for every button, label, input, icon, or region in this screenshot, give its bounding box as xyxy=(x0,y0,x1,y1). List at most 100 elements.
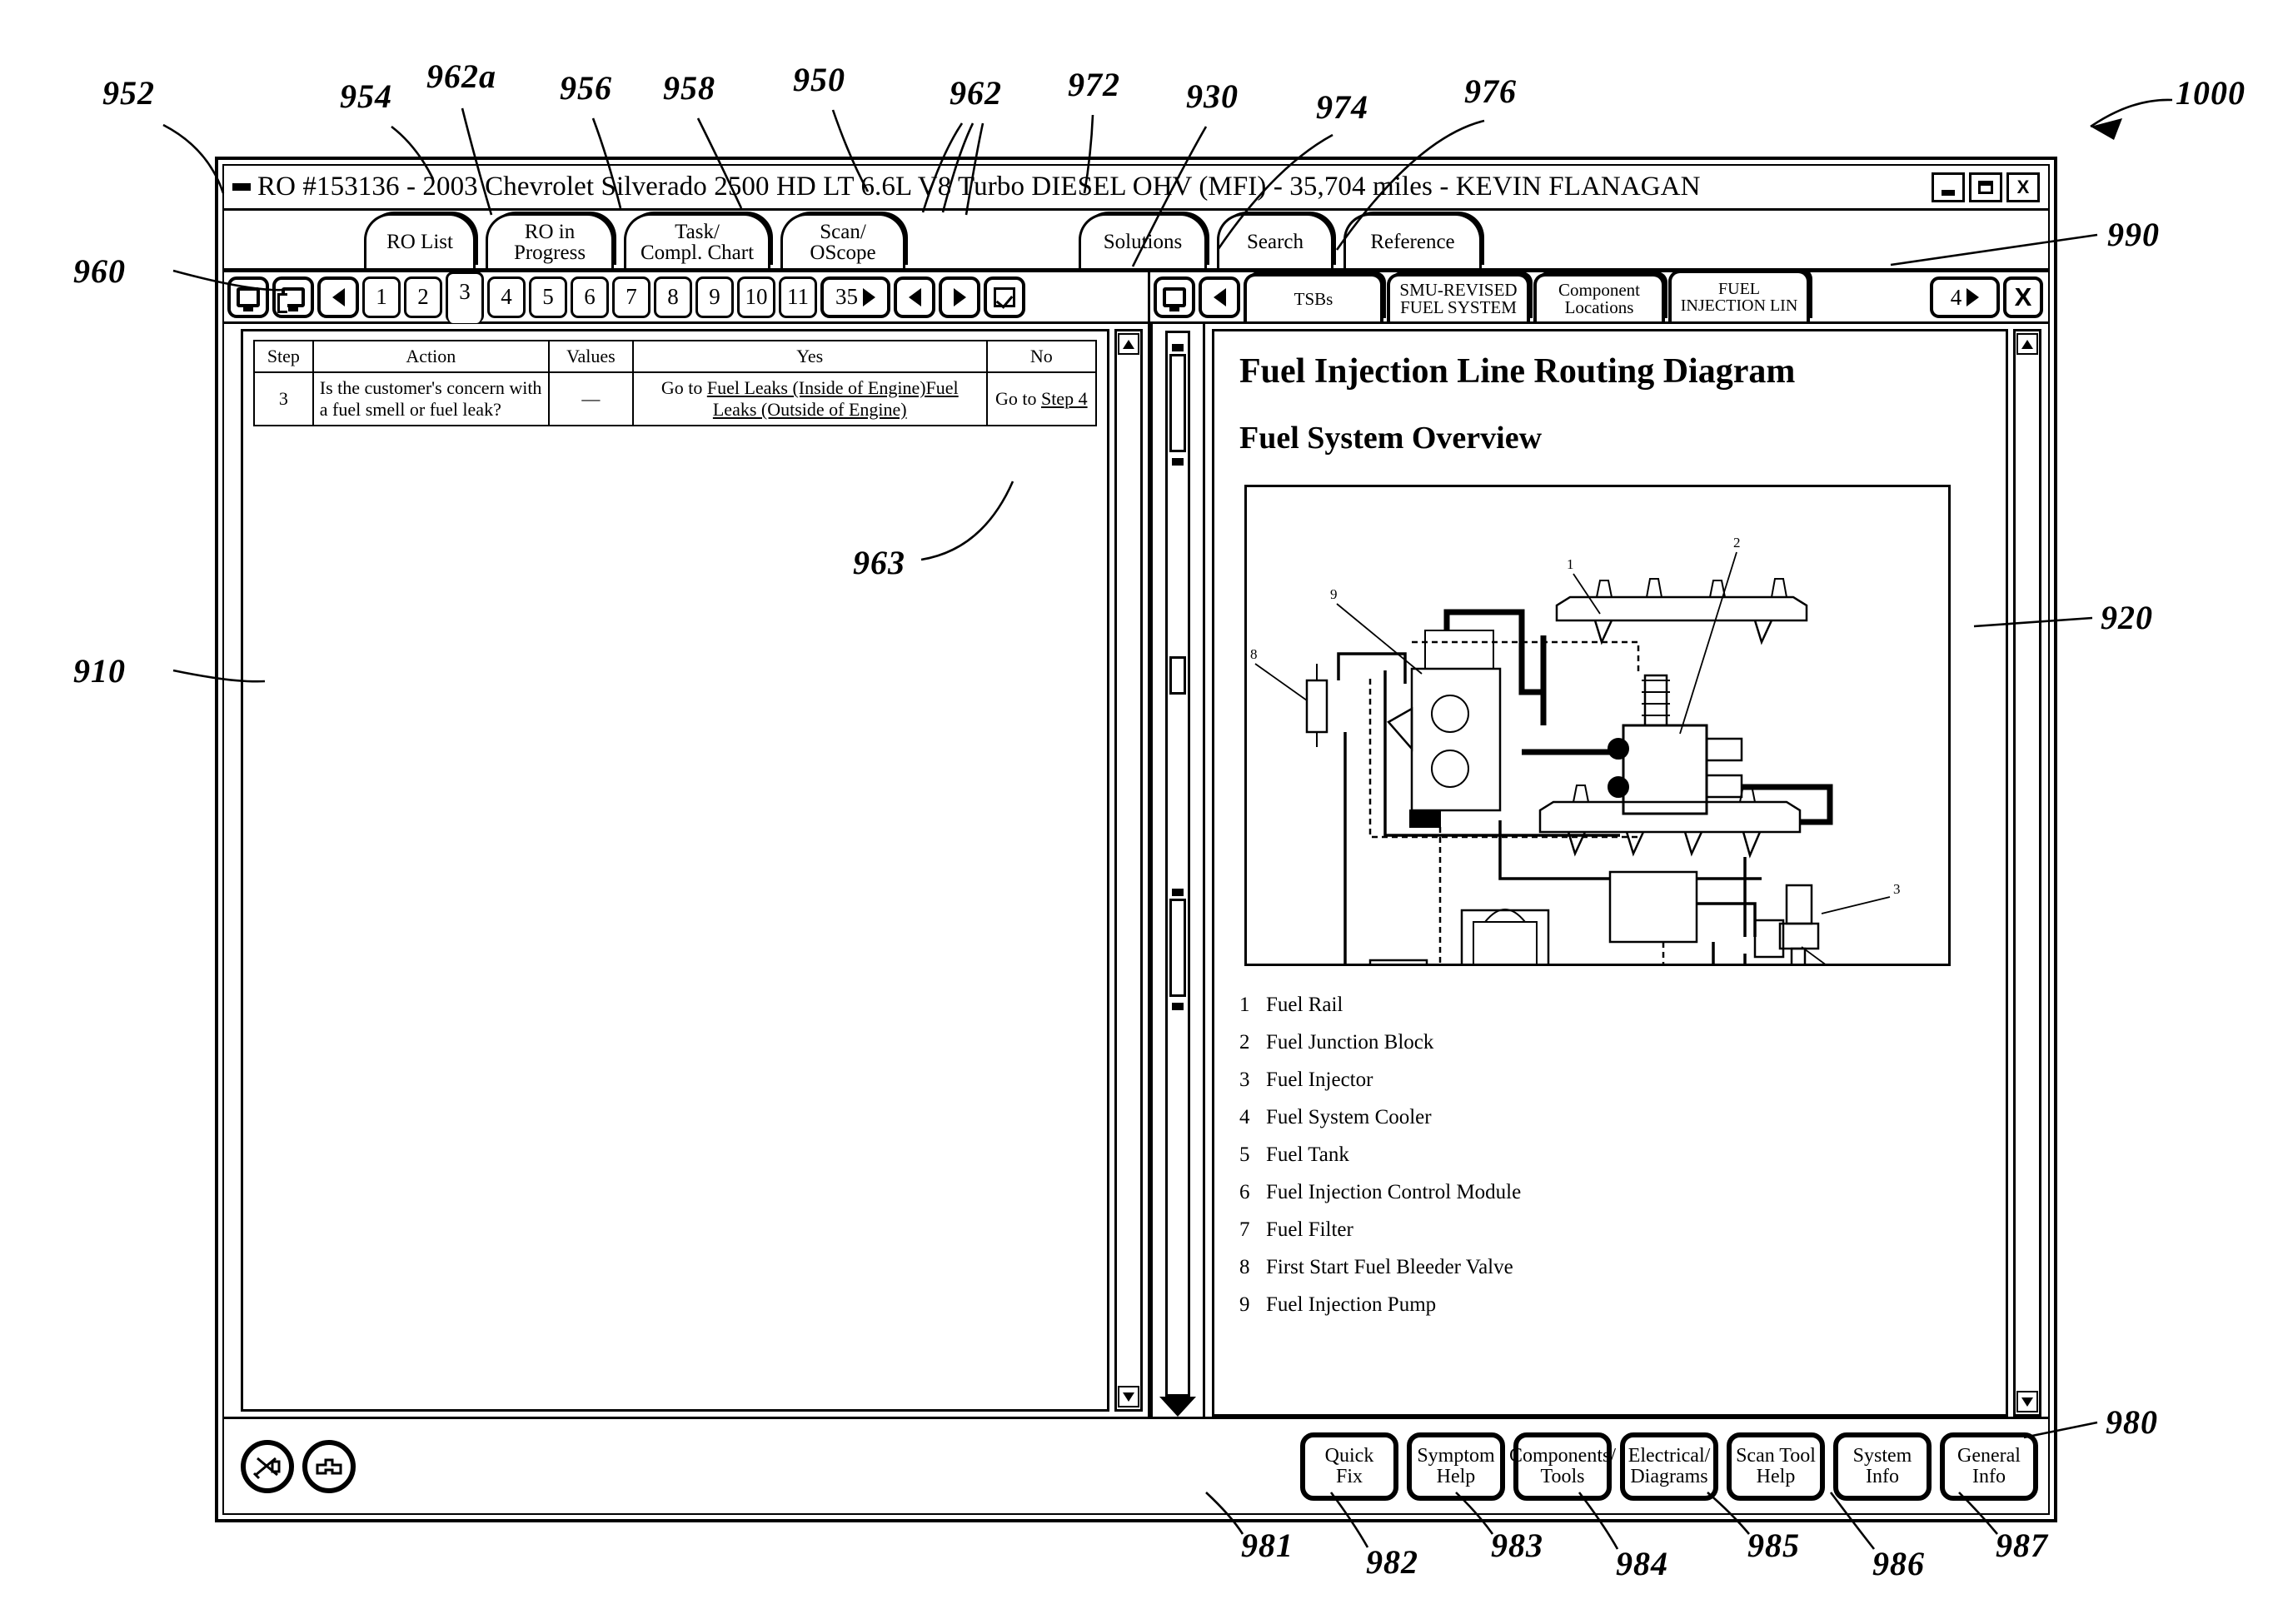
page-button-5[interactable]: 5 xyxy=(529,276,567,318)
mark-complete-button[interactable] xyxy=(984,276,1025,318)
splitter-track[interactable] xyxy=(1165,331,1190,1397)
maximize-button[interactable] xyxy=(1969,172,2002,202)
doc-tab-tsbs[interactable]: TSBs xyxy=(1244,273,1383,321)
diagram-legend: 1 Fuel Rail 2 Fuel Junction Block 3 Fuel In… xyxy=(1239,994,1981,1315)
page-button-9[interactable]: 9 xyxy=(695,276,734,318)
close-button[interactable]: X xyxy=(2006,172,2040,202)
scroll-down-button[interactable] xyxy=(1118,1386,1139,1407)
legend-number: 8 xyxy=(1239,1256,1250,1278)
col-no: No xyxy=(985,340,1098,373)
symptom-help-button[interactable]: Symptom Help xyxy=(1407,1432,1505,1501)
scroll-down-button[interactable] xyxy=(2016,1391,2038,1412)
page-button-6[interactable]: 6 xyxy=(571,276,609,318)
window-title: RO #153136 - 2003 Chevrolet Silverado 25… xyxy=(257,172,1701,202)
scroll-up-button[interactable] xyxy=(1118,333,1139,355)
right-back-button[interactable] xyxy=(1199,276,1240,318)
fuel-system-overview-diagram: 1 2 3 4 5 6 7 8 9 xyxy=(1244,485,1951,966)
display-mode-button[interactable] xyxy=(227,276,269,318)
scroll-track[interactable] xyxy=(2017,355,2037,1391)
procedure-table: Step Action Values Yes No 3 Is the custo… xyxy=(253,340,1098,426)
callout-958: 958 xyxy=(663,69,715,107)
callout-987: 987 xyxy=(1996,1527,2048,1564)
splitter-pip xyxy=(1172,889,1184,896)
col-step: Step xyxy=(253,340,314,373)
legend-label: Fuel Injector xyxy=(1266,1069,1373,1091)
tab-ro-in-progress[interactable]: RO in Progress xyxy=(486,213,614,268)
list-item: 6 Fuel Injection Control Module xyxy=(1239,1182,1981,1203)
right-pane-scrollbar[interactable] xyxy=(2013,329,2041,1417)
minimize-button[interactable] xyxy=(1932,172,1965,202)
legend-number: 5 xyxy=(1239,1143,1250,1166)
parts-button[interactable] xyxy=(302,1439,356,1493)
right-arrow-icon xyxy=(953,287,966,306)
tab-solutions[interactable]: Solutions xyxy=(1079,213,1207,268)
tab-task-compl-chart[interactable]: Task/Compl. Chart xyxy=(624,213,770,268)
main-tab-strip: RO List RO in Progress Task/Compl. Chart … xyxy=(224,211,2048,272)
system-menu-icon[interactable] xyxy=(232,183,251,191)
callout-954: 954 xyxy=(340,77,392,115)
splitter-grip-bottom[interactable] xyxy=(1169,899,1186,997)
page-button-1[interactable]: 1 xyxy=(362,276,401,318)
tab-scan-oscope[interactable]: Scan/OScope xyxy=(780,213,905,268)
tab-label: Solutions xyxy=(1103,231,1183,254)
table-row: 3 Is the customer's concern with a fuel … xyxy=(253,371,1098,426)
tab-label: FUEL INJECTION LIN xyxy=(1680,280,1798,315)
page-button-2[interactable]: 2 xyxy=(404,276,442,318)
tools-button[interactable] xyxy=(241,1439,294,1493)
legend-label: First Start Fuel Bleeder Valve xyxy=(1266,1256,1513,1278)
components-tools-button[interactable]: Components/Tools xyxy=(1509,1432,1616,1501)
no-link[interactable]: Step 4 xyxy=(1041,388,1088,409)
doc-tab-component-locations[interactable]: Component Locations xyxy=(1533,273,1665,321)
tab-search[interactable]: Search xyxy=(1217,213,1333,268)
left-arrow-icon xyxy=(908,287,921,306)
back-button[interactable] xyxy=(317,276,359,318)
chevron-up-icon xyxy=(2021,339,2033,349)
list-item: 5 Fuel Tank xyxy=(1239,1144,1981,1165)
left-pane-scrollbar[interactable] xyxy=(1114,329,1143,1412)
callout-950: 950 xyxy=(793,61,845,98)
doc-tab-smu-revised-fuel-system[interactable]: SMU-REVISED FUEL SYSTEM xyxy=(1387,273,1530,321)
page-button-11[interactable]: 11 xyxy=(779,276,817,318)
pane-splitter[interactable] xyxy=(1150,324,1205,1417)
cell-values: — xyxy=(547,371,634,426)
cell-yes: Go to Fuel Leaks (Inside of Engine)Fuel … xyxy=(631,371,988,426)
legend-number: 4 xyxy=(1239,1106,1250,1128)
right-display-button[interactable] xyxy=(1154,276,1195,318)
callout-980: 980 xyxy=(2106,1403,2158,1441)
electrical-diagrams-button[interactable]: Electrical/Diagrams xyxy=(1620,1432,1718,1501)
scroll-up-button[interactable] xyxy=(2016,333,2038,355)
chevron-down-icon xyxy=(2021,1397,2033,1407)
yes-prefix: Go to xyxy=(660,376,707,398)
dual-display-button[interactable] xyxy=(272,276,314,318)
page-button-10[interactable]: 10 xyxy=(737,276,775,318)
callout-920: 920 xyxy=(2101,599,2153,636)
page-button-4[interactable]: 4 xyxy=(487,276,526,318)
splitter-grip-top[interactable] xyxy=(1169,354,1186,452)
nav-back-button[interactable] xyxy=(894,276,935,318)
scroll-track[interactable] xyxy=(1119,355,1139,1386)
scan-tool-help-button[interactable]: Scan Tool Help xyxy=(1727,1432,1825,1501)
page-button-3[interactable]: 3 xyxy=(446,271,484,323)
splitter-grip-mid[interactable] xyxy=(1169,656,1186,695)
list-item: 7 Fuel Filter xyxy=(1239,1219,1981,1240)
cell-no: Go to Step 4 xyxy=(985,371,1098,426)
page-button-8[interactable]: 8 xyxy=(654,276,692,318)
system-info-button[interactable]: System Info xyxy=(1833,1432,1932,1501)
doc-tab-fuel-injection-line[interactable]: FUEL INJECTION LIN xyxy=(1668,270,1810,321)
close-document-button[interactable]: X xyxy=(2003,276,2043,318)
quick-fix-button[interactable]: Quick Fix xyxy=(1300,1432,1398,1501)
yes-link-1[interactable]: Fuel Leaks (Inside of Engine) xyxy=(707,377,926,398)
tab-ro-list[interactable]: RO List xyxy=(364,213,476,268)
page-button-7[interactable]: 7 xyxy=(612,276,651,318)
doc-page-jump-button[interactable]: 4 xyxy=(1930,276,2000,318)
nav-forward-button[interactable] xyxy=(939,276,980,318)
general-info-button[interactable]: General Info xyxy=(1940,1432,2038,1501)
callout-976: 976 xyxy=(1464,72,1517,110)
tab-label: Scan/OScope xyxy=(810,220,876,264)
legend-number: 7 xyxy=(1239,1218,1250,1241)
callout-952: 952 xyxy=(102,74,155,112)
tab-label: RO List xyxy=(386,231,453,254)
page-jump-button[interactable]: 35 xyxy=(820,276,890,318)
callout-981: 981 xyxy=(1241,1527,1294,1564)
tab-reference[interactable]: Reference xyxy=(1343,213,1482,268)
